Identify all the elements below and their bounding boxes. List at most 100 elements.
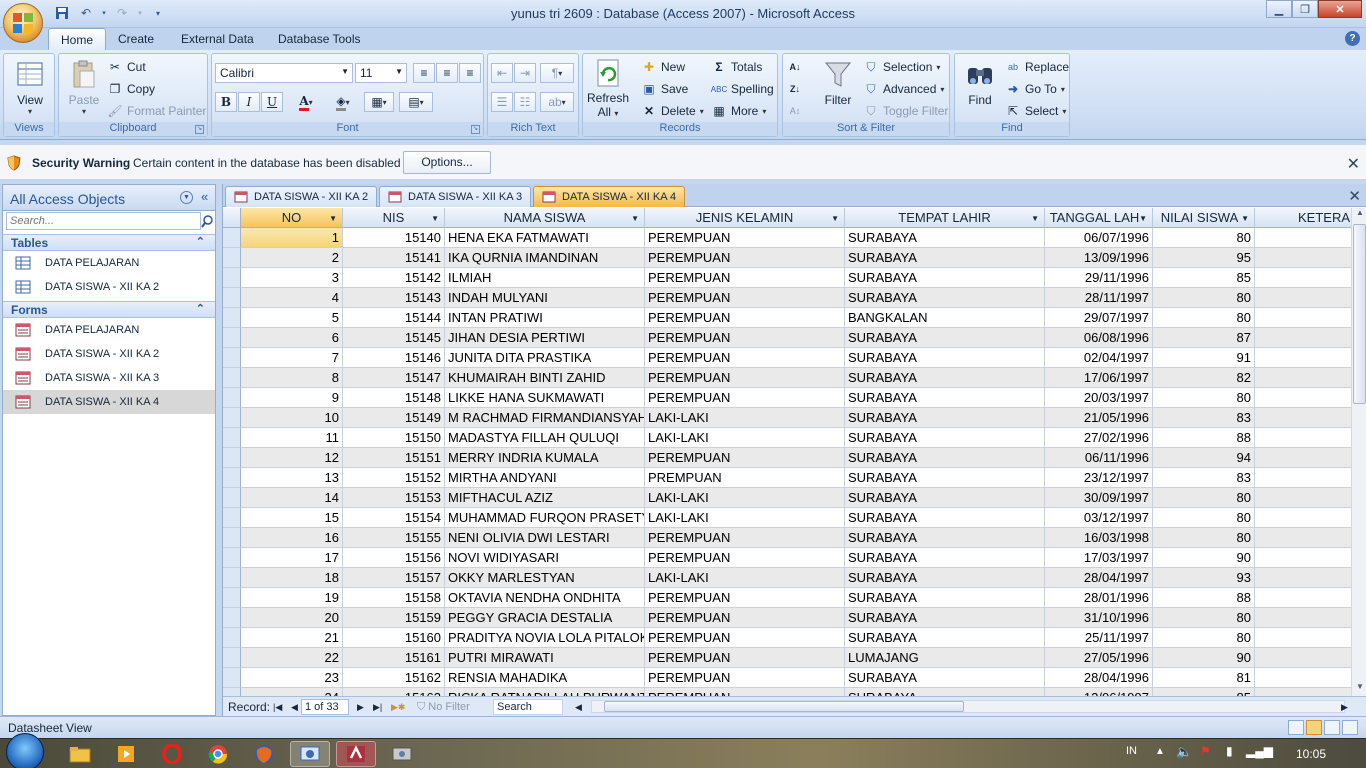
doc-tab-data-siswa-xii-ka-2[interactable]: DATA SISWA - XII KA 2 (225, 186, 378, 207)
table-cell[interactable]: 80 (1153, 388, 1255, 408)
table-cell[interactable] (1255, 628, 1351, 648)
help-icon[interactable]: ? (1345, 31, 1360, 46)
table-row[interactable]: 12 15151 MERRY INDRIA KUMALA PEREMPUAN SURAB… (223, 448, 1351, 468)
table-cell[interactable]: 12/06/1997 (1045, 688, 1153, 696)
column-header-nilai-siswa[interactable]: NILAI SISWA ▼ (1153, 208, 1255, 228)
table-cell[interactable]: ILMIAH (445, 268, 645, 288)
table-cell[interactable]: OKTAVIA NENDHA ONDHITA (445, 588, 645, 608)
table-cell[interactable] (1255, 568, 1351, 588)
underline-button[interactable]: U (261, 92, 283, 112)
table-cell[interactable]: OKKY MARLESTYAN (445, 568, 645, 588)
table-cell[interactable]: 1 (241, 228, 343, 248)
table-cell[interactable]: PEREMPUAN (645, 388, 845, 408)
table-cell[interactable]: 81 (1153, 668, 1255, 688)
copy-button[interactable]: ❐ Copy (107, 79, 155, 99)
scroll-thumb[interactable] (604, 701, 964, 712)
table-cell[interactable]: 80 (1153, 508, 1255, 528)
table-cell[interactable]: PEREMPUAN (645, 268, 845, 288)
minimize-button[interactable]: ▁ (1266, 0, 1292, 18)
horizontal-scrollbar[interactable] (591, 700, 1345, 713)
table-row[interactable]: 6 15145 JIHAN DESIA PERTIWI PEREMPUAN SURABA… (223, 328, 1351, 348)
table-cell[interactable]: 80 (1153, 288, 1255, 308)
table-cell[interactable]: 15162 (343, 668, 445, 688)
chevron-down-icon[interactable]: ▼ (431, 209, 439, 227)
column-header-tanggal-lahir[interactable]: TANGGAL LAH ▼ (1045, 208, 1153, 228)
table-cell[interactable]: 21 (241, 628, 343, 648)
row-selector[interactable] (223, 628, 241, 648)
font-color-button[interactable]: A ▾ (290, 92, 322, 112)
increase-indent-button[interactable]: ⇥ (514, 63, 536, 83)
show-hidden-icons-icon[interactable]: ▲ (1155, 746, 1165, 757)
table-cell[interactable]: RICKA RATNADILLAH PURWANTI (445, 688, 645, 696)
table-cell[interactable]: 15146 (343, 348, 445, 368)
nav-item-form-data-siswa-xii-ka-4[interactable]: DATA SISWA - XII KA 4 (3, 390, 215, 414)
network-signal-icon[interactable]: ▂▄▆ (1246, 744, 1273, 758)
table-cell[interactable]: SURABAYA (845, 428, 1045, 448)
table-cell[interactable]: SURABAYA (845, 628, 1045, 648)
row-selector[interactable] (223, 468, 241, 488)
search-icon[interactable] (200, 212, 215, 230)
table-cell[interactable]: 15149 (343, 408, 445, 428)
firefox-icon[interactable] (244, 741, 284, 767)
table-cell[interactable]: LAKI-LAKI (645, 508, 845, 528)
table-cell[interactable]: 06/11/1996 (1045, 448, 1153, 468)
table-cell[interactable]: 80 (1153, 608, 1255, 628)
table-cell[interactable]: SURABAYA (845, 348, 1045, 368)
column-header-nama-siswa[interactable]: NAMA SISWA ▼ (445, 208, 645, 228)
table-cell[interactable]: LUMAJANG (845, 648, 1045, 668)
table-cell[interactable]: PREMPUAN (645, 468, 845, 488)
table-cell[interactable]: PEGGY GRACIA DESTALIA (445, 608, 645, 628)
network-app-icon[interactable] (290, 741, 330, 767)
next-record-icon[interactable]: ▶ (357, 702, 364, 713)
table-cell[interactable]: 18 (241, 568, 343, 588)
table-cell[interactable]: SURABAYA (845, 448, 1045, 468)
table-cell[interactable]: 27/02/1996 (1045, 428, 1153, 448)
table-cell[interactable]: IKA QURNIA IMANDINAN (445, 248, 645, 268)
table-cell[interactable]: 95 (1153, 248, 1255, 268)
table-cell[interactable]: 15157 (343, 568, 445, 588)
table-cell[interactable]: 15158 (343, 588, 445, 608)
tab-home[interactable]: Home (48, 28, 107, 50)
fill-color-button[interactable]: ◈ ▾ (328, 92, 358, 112)
battery-icon[interactable]: ▮ (1226, 744, 1233, 758)
table-cell[interactable]: 20 (241, 608, 343, 628)
table-cell[interactable]: SURABAYA (845, 288, 1045, 308)
chevron-down-icon[interactable]: ▼ (831, 209, 839, 227)
table-cell[interactable]: 22 (241, 648, 343, 668)
table-cell[interactable]: 4 (241, 288, 343, 308)
table-cell[interactable]: 15143 (343, 288, 445, 308)
table-row[interactable]: 1 15140 HENA EKA FATMAWATI PEREMPUAN SURABAY… (223, 228, 1351, 248)
replace-button[interactable]: ab Replace (1005, 57, 1069, 77)
table-cell[interactable]: 15 (241, 508, 343, 528)
totals-button[interactable]: Σ Totals (711, 57, 762, 77)
table-cell[interactable]: 15148 (343, 388, 445, 408)
nav-item-table-data-siswa-xii-ka-2[interactable]: DATA SISWA - XII KA 2 (3, 275, 215, 299)
table-cell[interactable]: PEREMPUAN (645, 448, 845, 468)
sort-ascending-button[interactable]: A↓ (787, 57, 803, 77)
row-selector[interactable] (223, 348, 241, 368)
table-cell[interactable]: SURABAYA (845, 668, 1045, 688)
row-selector[interactable] (223, 688, 241, 696)
table-cell[interactable]: 15142 (343, 268, 445, 288)
table-cell[interactable]: LAKI-LAKI (645, 428, 845, 448)
advanced-button[interactable]: ⛉ Advanced ▾ (863, 79, 944, 99)
table-row[interactable]: 16 15155 NENI OLIVIA DWI LESTARI PEREMPUAN S… (223, 528, 1351, 548)
font-launcher-icon[interactable]: ↘ (471, 125, 480, 134)
table-cell[interactable]: 30/09/1997 (1045, 488, 1153, 508)
table-cell[interactable]: 10 (241, 408, 343, 428)
table-row[interactable]: 5 15144 INTAN PRATIWI PEREMPUAN BANGKALAN 29/… (223, 308, 1351, 328)
nav-section-forms[interactable]: Forms ⌃ (3, 301, 215, 318)
table-cell[interactable]: 94 (1153, 448, 1255, 468)
column-header-keterangan[interactable]: KETERA (1255, 208, 1351, 228)
table-cell[interactable]: 87 (1153, 328, 1255, 348)
table-cell[interactable]: PEREMPUAN (645, 228, 845, 248)
goto-button[interactable]: ➜ Go To ▾ (1005, 79, 1065, 99)
table-row[interactable]: 9 15148 LIKKE HANA SUKMAWATI PEREMPUAN SURAB… (223, 388, 1351, 408)
column-header-tempat-lahir[interactable]: TEMPAT LAHIR ▼ (845, 208, 1045, 228)
table-cell[interactable] (1255, 328, 1351, 348)
table-cell[interactable]: MIFTHACUL AZIZ (445, 488, 645, 508)
nav-item-form-data-pelajaran[interactable]: DATA PELAJARAN (3, 318, 215, 342)
table-row[interactable]: 7 15146 JUNITA DITA PRASTIKA PEREMPUAN SURAB… (223, 348, 1351, 368)
design-view-icon[interactable] (1342, 720, 1358, 735)
table-cell[interactable]: 83 (1153, 408, 1255, 428)
